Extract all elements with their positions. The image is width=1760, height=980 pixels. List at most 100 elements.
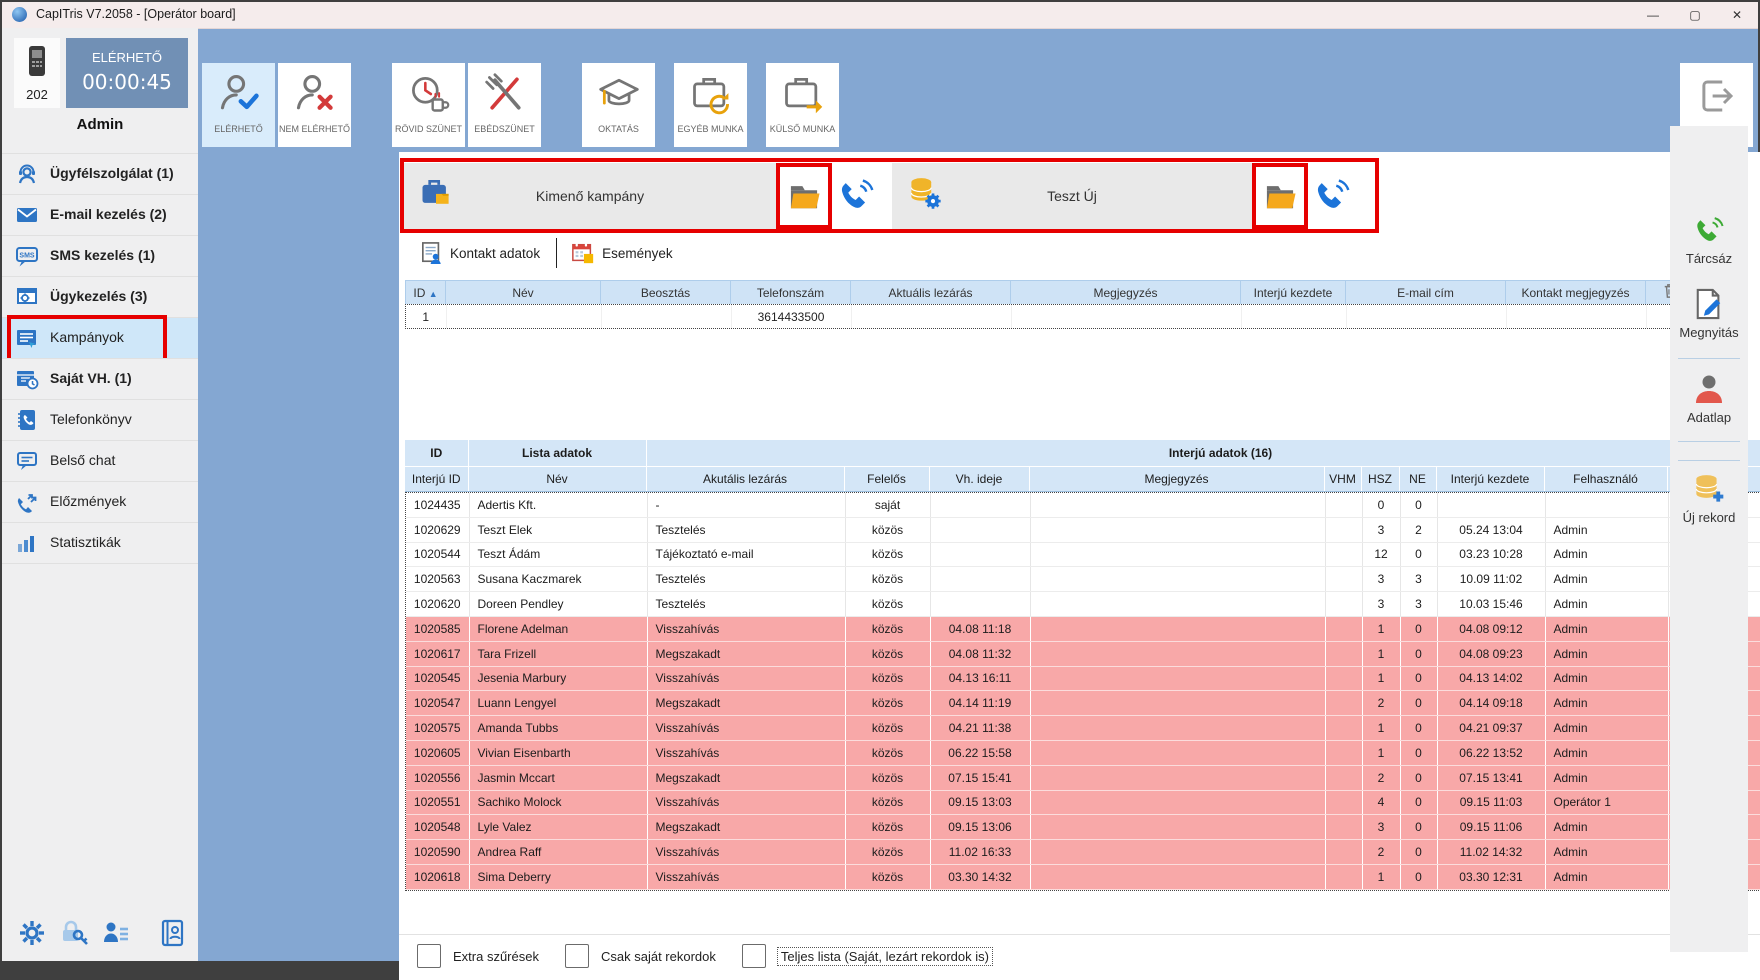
sidebar-item-email[interactable]: E-mail kezelés (2): [2, 194, 198, 235]
contact-col-beosztas[interactable]: Beosztás: [601, 281, 731, 305]
status-button-rovid-szunet[interactable]: RÖVID SZÜNET: [392, 63, 465, 147]
col-felhasznalo[interactable]: Felhasználó: [1544, 467, 1667, 492]
cell-felhasznalo: Admin: [1545, 765, 1668, 790]
table-row[interactable]: 1020618Sima DeberryVisszahívásközös03.30…: [406, 864, 1760, 889]
status-button-nem-elerheto[interactable]: NEM ELÉRHETŐ: [278, 63, 351, 147]
checkbox-csak-sajat-rekordok[interactable]: Csak saját rekordok: [565, 944, 716, 968]
table-row[interactable]: 1020585Florene AdelmanVisszahívásközös04…: [406, 616, 1760, 641]
cell-nev: Sachiko Molock: [469, 790, 647, 815]
status-button-egyeb-munka[interactable]: EGYÉB MUNKA: [674, 63, 747, 147]
tab-esemenyek[interactable]: Események: [571, 241, 673, 265]
contact-col-nev[interactable]: Név: [446, 281, 601, 305]
sidebar-item-sms[interactable]: SMS SMS kezelés (1): [2, 235, 198, 276]
status-button-kulso-munka[interactable]: KÜLSŐ MUNKA: [766, 63, 839, 147]
table-row[interactable]: 1020547Luann LengyelMegszakadtközös04.14…: [406, 691, 1760, 716]
cell-felelos: közös: [845, 840, 930, 865]
status-button-ebedszunet[interactable]: EBÉDSZÜNET: [468, 63, 541, 147]
sidebar-item-statisztikak[interactable]: Statisztikák: [2, 522, 198, 564]
contact-col-telefonszam[interactable]: Telefonszám: [731, 281, 851, 305]
status-button-elerheto[interactable]: ELÉRHETŐ: [202, 63, 275, 147]
col-interju-id[interactable]: Interjú ID: [405, 467, 468, 492]
checkbox-box[interactable]: [417, 944, 441, 968]
col-ne[interactable]: NE: [1399, 467, 1436, 492]
cell-akutalis-lezaras: Tesztelés: [647, 517, 845, 542]
cell-felelos: közös: [845, 567, 930, 592]
checkbox-extra-szuresek[interactable]: Extra szűrések: [417, 944, 539, 968]
cell-nev: Lyle Valez: [469, 815, 647, 840]
campaign-item-kimeno[interactable]: Kimenő kampány: [404, 163, 776, 229]
envelope-icon: [15, 203, 39, 227]
table-row[interactable]: 1020548Lyle ValezMegszakadtközös09.15 13…: [406, 815, 1760, 840]
table-row[interactable]: 1020563Susana KaczmarekTesztelésközös331…: [406, 567, 1760, 592]
sidebar-item-sajat-vh[interactable]: Saját VH. (1): [2, 358, 198, 399]
cell-interju-id: 1020590: [406, 840, 469, 865]
action-uj-rekord[interactable]: Új rekord: [1670, 473, 1748, 525]
col-megjegyzes[interactable]: Megjegyzés: [1029, 467, 1324, 492]
contact-book-icon[interactable]: [158, 919, 186, 947]
sidebar-item-kampanyok[interactable]: Kampányok: [2, 317, 198, 358]
checkbox-teljes-lista[interactable]: Teljes lista (Saját, lezárt rekordok is): [742, 944, 992, 968]
status-button-oktatas[interactable]: OKTATÁS: [582, 63, 655, 147]
checkbox-box[interactable]: [742, 944, 766, 968]
col-hsz[interactable]: HSZ: [1361, 467, 1399, 492]
table-row[interactable]: 1020590Andrea RaffVisszahívásközös11.02 …: [406, 840, 1760, 865]
phone-signal-icon: [837, 178, 875, 214]
sidebar-item-ugykezeles[interactable]: Ügykezelés (3): [2, 276, 198, 317]
col-felelos[interactable]: Felelős: [844, 467, 929, 492]
cell-vh-ideje: 09.15 13:03: [930, 790, 1030, 815]
table-row[interactable]: 1020545Jesenia MarburyVisszahívásközös04…: [406, 666, 1760, 691]
group-header-lista-adatok[interactable]: Lista adatok: [468, 440, 646, 466]
action-megnyitas[interactable]: Megnyitás: [1670, 288, 1748, 340]
table-row[interactable]: 1020605Vivian EisenbarthVisszahívásközös…: [406, 740, 1760, 765]
cell-felhasznalo: Admin: [1545, 691, 1668, 716]
lock-key-icon[interactable]: [60, 919, 88, 947]
table-row[interactable]: 1020629Teszt ElekTesztelésközös3205.24 1…: [406, 517, 1760, 542]
campaign-item-teszt-uj[interactable]: Teszt Új: [892, 163, 1252, 229]
sidebar-item-belso-chat[interactable]: Belső chat: [2, 440, 198, 481]
sidebar-item-ugyfelszolgalat[interactable]: Ügyfélszolgálat (1): [2, 153, 198, 194]
cell-ne: 0: [1400, 666, 1437, 691]
extension-tile[interactable]: 202: [14, 38, 60, 108]
col-nev[interactable]: Név: [468, 467, 646, 492]
contact-col-interju-kezdete[interactable]: Interjú kezdete: [1241, 281, 1346, 305]
tab-kontakt-adatok[interactable]: Kontakt adatok: [421, 241, 540, 265]
contact-cell-telefonszam: 3614433500: [731, 305, 851, 328]
settings-gear-icon[interactable]: [18, 919, 46, 947]
action-tarcsaz[interactable]: Tárcsáz: [1670, 216, 1748, 266]
sidebar-item-telefonkonyv[interactable]: Telefonkönyv: [2, 399, 198, 440]
table-row[interactable]: 1020544Teszt ÁdámTájékoztató e-mailközös…: [406, 542, 1760, 567]
contact-col-kontakt-megjegyzes[interactable]: Kontakt megjegyzés: [1506, 281, 1646, 305]
contact-row[interactable]: 1 3614433500: [406, 305, 1737, 328]
user-list-icon[interactable]: [102, 919, 130, 947]
cell-ne: 0: [1400, 641, 1437, 666]
table-row[interactable]: 1020556Jasmin MccartMegszakadtközös07.15…: [406, 765, 1760, 790]
cell-vh-ideje: 04.08 11:32: [930, 641, 1030, 666]
group-header-id[interactable]: ID: [405, 440, 468, 466]
table-row[interactable]: 1020575Amanda TubbsVisszahívásközös04.21…: [406, 716, 1760, 741]
contact-col-email[interactable]: E-mail cím: [1346, 281, 1506, 305]
open-campaign-folder-button-teszt-uj[interactable]: [1256, 167, 1304, 225]
col-akutalis-lezaras[interactable]: Akutális lezárás: [646, 467, 844, 492]
table-row[interactable]: 1020617Tara FrizellMegszakadtközös04.08 …: [406, 641, 1760, 666]
minimize-button[interactable]: —: [1632, 2, 1674, 28]
open-campaign-folder-button-kimeno[interactable]: [780, 167, 828, 225]
contact-col-id[interactable]: ID ▲: [406, 281, 446, 305]
table-row[interactable]: 1024435Adertis Kft.-saját00-: [406, 493, 1760, 517]
dial-campaign-button-teszt-uj[interactable]: [1308, 167, 1356, 225]
sidebar-item-elozmenyek[interactable]: Előzmények: [2, 481, 198, 522]
dial-campaign-button-kimeno[interactable]: [832, 167, 880, 225]
cell-megjegyzes: [1030, 616, 1325, 641]
group-header-interju-adatok[interactable]: Interjú adatok (16): [646, 440, 1760, 466]
table-row[interactable]: 1020551Sachiko MolockVisszahívásközös09.…: [406, 790, 1760, 815]
cell-hsz: 1: [1362, 666, 1400, 691]
col-vh-ideje[interactable]: Vh. ideje: [929, 467, 1029, 492]
close-button[interactable]: ✕: [1716, 2, 1758, 28]
checkbox-box[interactable]: [565, 944, 589, 968]
contact-col-aktualis-lezaras[interactable]: Aktuális lezárás: [851, 281, 1011, 305]
table-row[interactable]: 1020620Doreen PendleyTesztelésközös3310.…: [406, 592, 1760, 617]
maximize-button[interactable]: ▢: [1674, 2, 1716, 28]
col-interju-kezdete[interactable]: Interjú kezdete: [1436, 467, 1544, 492]
contact-col-megjegyzes[interactable]: Megjegyzés: [1011, 281, 1241, 305]
col-vhm[interactable]: VHM: [1324, 467, 1361, 492]
action-adatlap[interactable]: Adatlap: [1670, 373, 1748, 425]
